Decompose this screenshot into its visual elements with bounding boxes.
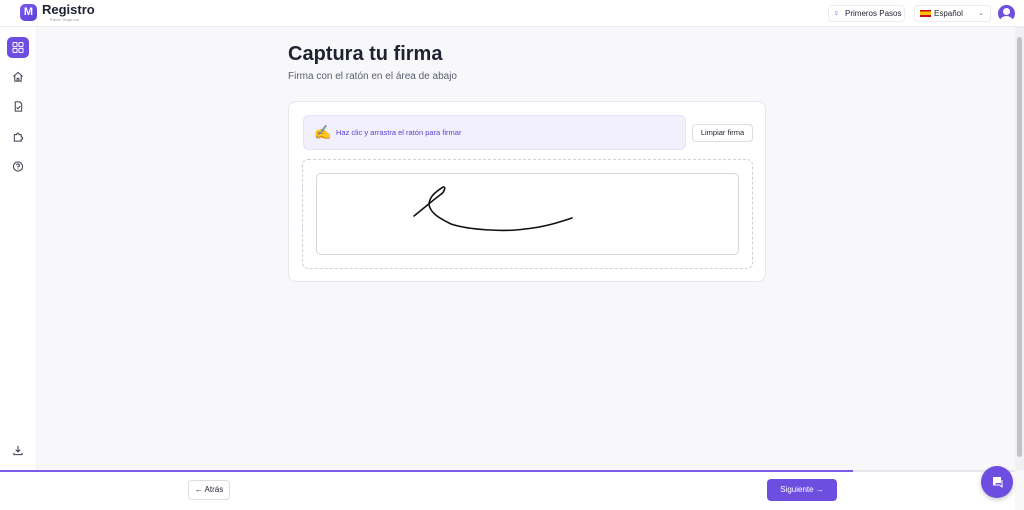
sidebar-item-help[interactable] xyxy=(7,156,29,177)
progress-bar xyxy=(0,470,1015,472)
grid-icon xyxy=(12,42,24,53)
chat-icon xyxy=(993,477,1003,489)
next-button[interactable]: Siguiente → xyxy=(767,479,837,501)
chat-button[interactable] xyxy=(981,466,1013,498)
lightbulb-icon: ♀ xyxy=(833,8,840,18)
signature-stroke xyxy=(413,186,573,232)
document-check-icon xyxy=(14,101,23,112)
language-label: Español xyxy=(934,9,963,18)
sidebar-item-dashboard[interactable] xyxy=(7,37,29,58)
puzzle-icon xyxy=(13,132,24,142)
footer-bar: ← Atrás Siguiente → xyxy=(0,470,1015,510)
top-bar: M Registro Parte Viajeros ♀ Primeros Pas… xyxy=(0,0,1024,27)
sidebar-item-documents[interactable] xyxy=(7,96,29,117)
signature-hint: ✍ Haz clic y arrastra el ratón para firm… xyxy=(303,115,686,150)
home-icon xyxy=(13,71,23,82)
sidebar xyxy=(0,27,37,470)
help-icon xyxy=(12,161,24,172)
language-select[interactable]: Español ⌄ xyxy=(914,5,991,22)
back-button[interactable]: ← Atrás xyxy=(188,480,230,500)
clear-signature-button[interactable]: Limpiar firma xyxy=(692,124,753,142)
download-icon xyxy=(13,445,23,456)
signature-hint-text: Haz clic y arrastra el ratón para firmar xyxy=(336,128,462,137)
first-steps-button[interactable]: ♀ Primeros Pasos xyxy=(828,5,905,22)
sidebar-item-download[interactable] xyxy=(7,440,29,461)
sidebar-item-home[interactable] xyxy=(7,66,29,87)
brand-subtitle: Parte Viajeros xyxy=(50,17,80,22)
progress-fill xyxy=(0,470,853,472)
writing-hand-icon: ✍ xyxy=(314,124,332,140)
scrollbar-thumb[interactable] xyxy=(1017,37,1022,457)
signature-dropzone xyxy=(302,159,753,269)
chevron-down-icon: ⌄ xyxy=(978,10,984,17)
app-logo[interactable]: M xyxy=(20,4,37,21)
signature-card: ✍ Haz clic y arrastra el ratón para firm… xyxy=(288,101,766,282)
page-scrollbar[interactable] xyxy=(1015,27,1024,470)
sidebar-item-integrations[interactable] xyxy=(7,126,29,147)
brand-name: Registro xyxy=(42,2,95,17)
user-avatar[interactable] xyxy=(998,5,1015,22)
signature-pad[interactable] xyxy=(316,173,739,255)
page-title: Captura tu firma xyxy=(288,43,443,65)
first-steps-label: Primeros Pasos xyxy=(845,9,902,18)
spain-flag-icon xyxy=(920,10,931,17)
page-subtitle: Firma con el ratón en el área de abajo xyxy=(288,71,457,82)
